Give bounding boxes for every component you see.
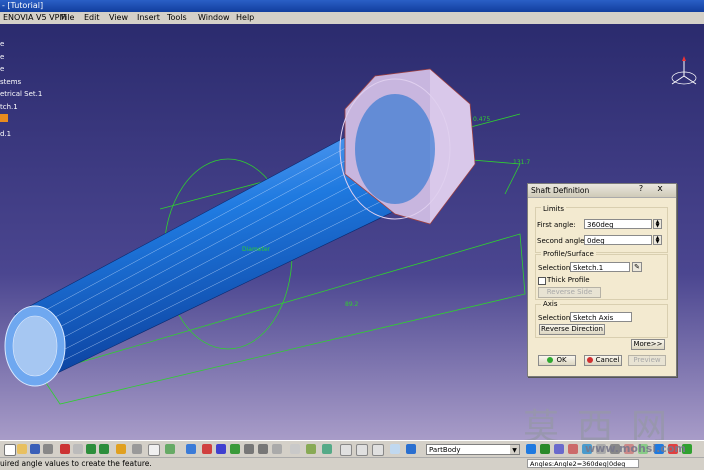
tree-item[interactable]: etrical Set.1	[0, 88, 42, 101]
sketch-icon[interactable]	[132, 444, 142, 454]
ok-button[interactable]: OK	[538, 355, 576, 366]
dim-label-2: 131.7	[513, 159, 530, 166]
command-input[interactable]: Angles:Angle2=360deg|0deg	[527, 459, 639, 468]
profile-label: Profile/Surface	[541, 250, 596, 258]
zoom-in-icon[interactable]	[244, 444, 254, 454]
tree-item[interactable]: e	[0, 63, 42, 76]
first-angle-spinner[interactable]: ▲ ▼	[653, 219, 662, 229]
tree-item[interactable]: d.1	[0, 128, 42, 141]
ok-label: OK	[556, 356, 567, 364]
tree-item[interactable]: e	[0, 38, 42, 51]
material-icon[interactable]	[406, 444, 416, 454]
ok-icon	[547, 357, 554, 363]
tree-item-active-icon[interactable]	[0, 114, 8, 122]
pad-icon[interactable]	[526, 444, 536, 454]
close-button[interactable]: x	[653, 184, 667, 196]
thick-profile-checkbox[interactable]	[538, 277, 546, 285]
menu-tools[interactable]: Tools	[167, 13, 187, 22]
fly-mode-icon[interactable]	[186, 444, 196, 454]
formula-icon[interactable]	[148, 444, 160, 456]
tree-item[interactable]: e	[0, 51, 42, 64]
zoom-out-icon[interactable]	[258, 444, 268, 454]
shaft-icon[interactable]	[554, 444, 564, 454]
save-icon[interactable]	[30, 444, 40, 454]
tree-item[interactable]: stems	[0, 76, 42, 89]
hide-show-icon[interactable]	[306, 444, 316, 454]
groove-icon[interactable]	[568, 444, 578, 454]
chevron-down-icon: ▼	[510, 445, 519, 454]
cut-icon[interactable]	[60, 444, 70, 454]
sketch-edit-icon[interactable]: ✎	[632, 262, 642, 272]
tree-item[interactable]: tch.1	[0, 101, 42, 114]
copy-icon[interactable]	[73, 444, 83, 454]
status-bar: uired angle values to create the feature…	[0, 457, 704, 470]
rotate-icon[interactable]	[230, 444, 240, 454]
measure-inertia-icon[interactable]	[372, 444, 384, 456]
normal-view-icon[interactable]	[272, 444, 282, 454]
shaft-definition-dialog: Shaft Definition ? x Limits First angle:…	[527, 183, 677, 377]
limits-label: Limits	[541, 205, 566, 213]
axis-selection-field[interactable]: Sketch Axis	[570, 312, 632, 322]
part-body-select[interactable]: PartBody ▼	[426, 444, 520, 455]
second-angle-input[interactable]: 0deg	[584, 235, 652, 245]
undo-icon[interactable]	[86, 444, 96, 454]
redo-icon[interactable]	[99, 444, 109, 454]
swap-space-icon[interactable]	[322, 444, 332, 454]
menu-window[interactable]: Window	[198, 13, 230, 22]
thick-profile-label: Thick Profile	[547, 276, 590, 284]
first-angle-input[interactable]: 360deg	[584, 219, 652, 229]
fit-all-icon[interactable]	[202, 444, 212, 454]
axis-selection-label: Selection:	[538, 314, 573, 322]
catalog-icon[interactable]	[165, 444, 175, 454]
menu-help[interactable]: Help	[236, 13, 254, 22]
status-message: uired angle values to create the feature…	[0, 459, 152, 468]
dialog-title-bar[interactable]: Shaft Definition ? x	[528, 184, 676, 198]
watermark-site: www.mohsi.com	[585, 442, 686, 455]
cancel-label: Cancel	[595, 356, 620, 364]
menu-file[interactable]: File	[61, 13, 74, 22]
new-icon[interactable]	[4, 444, 16, 456]
cancel-icon	[586, 357, 593, 363]
menu-view[interactable]: View	[109, 13, 128, 22]
cancel-button[interactable]: Cancel	[584, 355, 622, 366]
pan-icon[interactable]	[216, 444, 226, 454]
pocket-icon[interactable]	[540, 444, 550, 454]
specification-tree: e e e stems etrical Set.1 tch.1 d.1	[0, 38, 42, 141]
dim-label-3: Diameter	[242, 246, 271, 253]
whats-this-icon[interactable]	[116, 444, 126, 454]
dialog-title: Shaft Definition	[531, 186, 590, 195]
menu-edit[interactable]: Edit	[84, 13, 100, 22]
measure-item-icon[interactable]	[356, 444, 368, 456]
menu-insert[interactable]: Insert	[137, 13, 160, 22]
window-title: - [Tutorial]	[2, 1, 44, 10]
second-angle-label: Second angle:	[537, 237, 587, 245]
preview-button[interactable]: Preview	[628, 355, 666, 366]
axis-label: Axis	[541, 300, 560, 308]
window-title-bar: - [Tutorial]	[0, 0, 704, 12]
second-angle-spinner[interactable]: ▲ ▼	[653, 235, 662, 245]
limits-group	[535, 207, 668, 253]
open-icon[interactable]	[17, 444, 27, 454]
help-button[interactable]: ?	[634, 184, 648, 196]
dim-label-1: 0.475	[473, 116, 490, 123]
dim-label-4: 89.2	[345, 301, 359, 308]
print-icon[interactable]	[43, 444, 53, 454]
reverse-direction-button[interactable]: Reverse Direction	[539, 324, 605, 335]
measure-icon[interactable]	[340, 444, 352, 456]
profile-selection-label: Selection:	[538, 264, 573, 272]
view-mode-icon[interactable]	[290, 444, 300, 454]
compass-icon[interactable]	[668, 54, 700, 94]
more-button[interactable]: More>>	[631, 339, 665, 350]
axis-system-icon[interactable]	[390, 444, 400, 454]
profile-selection-field[interactable]: Sketch.1	[570, 262, 630, 272]
menu-enovia[interactable]: ENOVIA V5 VPM	[3, 13, 66, 22]
part-body-value: PartBody	[429, 446, 461, 454]
reverse-side-button[interactable]: Reverse Side	[538, 287, 601, 298]
first-angle-label: First angle:	[537, 221, 576, 229]
